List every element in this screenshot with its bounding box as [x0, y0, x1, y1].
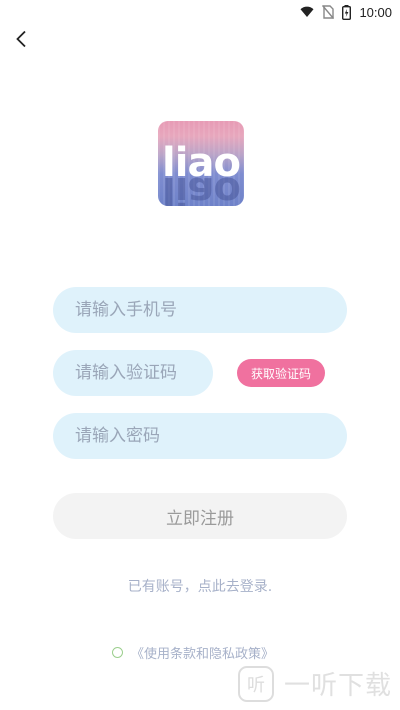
- phone-field[interactable]: [53, 287, 347, 333]
- code-input[interactable]: [53, 350, 213, 396]
- wifi-icon: [300, 6, 314, 18]
- app-logo: liao liao: [158, 121, 244, 206]
- watermark-text: 一听下载: [283, 671, 392, 701]
- terms-row[interactable]: 《使用条款和隐私政策》: [112, 643, 274, 662]
- back-button[interactable]: [8, 28, 34, 54]
- terms-radio[interactable]: [112, 647, 123, 658]
- battery-icon: [342, 4, 352, 20]
- login-link[interactable]: 已有账号，点此去登录.: [0, 576, 400, 596]
- watermark-icon: 听: [237, 665, 274, 702]
- chevron-left-icon: [15, 30, 27, 52]
- terms-link[interactable]: 《使用条款和隐私政策》: [131, 643, 274, 662]
- status-bar: 10:00: [0, 0, 400, 24]
- password-field[interactable]: [53, 413, 347, 459]
- password-input[interactable]: [53, 413, 347, 459]
- phone-input[interactable]: [53, 287, 347, 333]
- get-code-button[interactable]: 获取验证码: [237, 359, 325, 387]
- code-field[interactable]: [53, 350, 213, 396]
- logo-reflection: liao: [162, 168, 240, 206]
- register-button[interactable]: 立即注册: [53, 493, 347, 539]
- no-sim-icon: [322, 5, 335, 19]
- status-time: 10:00: [359, 4, 392, 20]
- watermark: 听 一听下载: [237, 665, 392, 702]
